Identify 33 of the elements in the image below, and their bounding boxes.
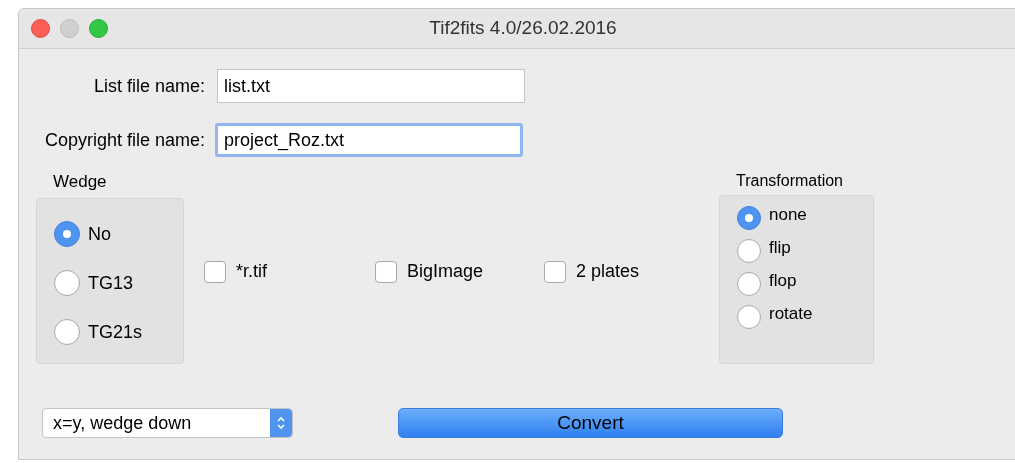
group-title: Transformation xyxy=(736,171,844,191)
checkbox[interactable] xyxy=(204,260,226,283)
input-field[interactable]: project_Roz.txt xyxy=(215,123,523,157)
radio-button[interactable] xyxy=(54,221,80,247)
radio-label: TG21s xyxy=(88,320,143,344)
close-button[interactable] xyxy=(31,19,50,38)
radio-label: none xyxy=(769,204,807,227)
radio-button[interactable] xyxy=(54,270,80,296)
radio-button[interactable] xyxy=(737,305,761,329)
radio-label: TG13 xyxy=(88,271,134,295)
window-title: Tif2fits 4.0/26.02.2016 xyxy=(428,16,618,41)
radio-label: rotate xyxy=(769,303,813,326)
radio-button[interactable] xyxy=(54,319,80,345)
convert-button[interactable]: Convert xyxy=(398,408,783,438)
radio-button[interactable] xyxy=(737,206,761,230)
checkbox-label: *r.tif xyxy=(236,260,267,283)
field-label: List file name: xyxy=(92,74,206,98)
radio-label: flip xyxy=(769,237,791,260)
input-field[interactable]: list.txt xyxy=(217,69,525,103)
radio-label: flop xyxy=(769,270,797,293)
checkbox-label: BigImage xyxy=(407,260,484,283)
checkbox-label: 2 plates xyxy=(576,260,640,283)
radio-button[interactable] xyxy=(737,239,761,263)
stepper-icon xyxy=(270,409,292,437)
checkbox[interactable] xyxy=(544,260,566,283)
radio-button[interactable] xyxy=(737,272,761,296)
checkbox[interactable] xyxy=(375,260,397,283)
minimize-button[interactable] xyxy=(60,19,79,38)
radio-label: No xyxy=(88,222,111,246)
mode-dropdown[interactable]: x=y, wedge down xyxy=(42,408,293,438)
group-title: Wedge xyxy=(53,171,108,193)
zoom-button[interactable] xyxy=(89,19,108,38)
field-label: Copyright file name: xyxy=(43,128,206,152)
